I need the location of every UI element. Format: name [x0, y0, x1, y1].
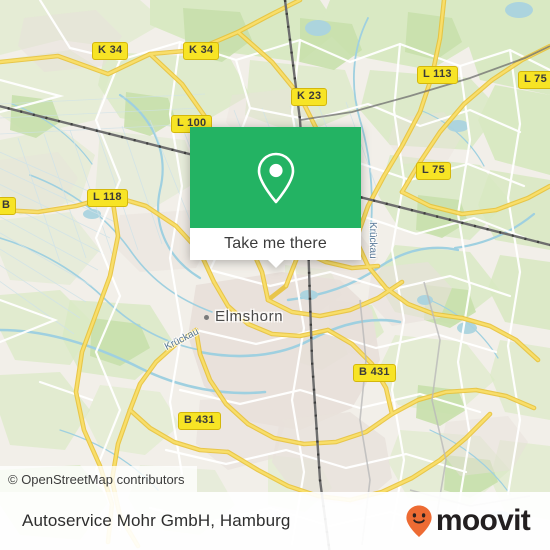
destination-popup-card[interactable]: Take me there	[190, 127, 361, 268]
moovit-wordmark: moovit	[435, 504, 531, 537]
location-title: Autoservice Mohr GmbH, Hamburg	[22, 511, 291, 530]
osm-attribution[interactable]: © OpenStreetMap contributors	[0, 466, 197, 492]
popup-card-header	[190, 127, 361, 228]
road-shield-l118: L 118	[87, 189, 128, 207]
road-shield-k34-west: K 34	[92, 42, 129, 60]
popup-tail	[267, 260, 284, 268]
map-canvas[interactable]: K 34 K 34 K 23 L 113 L 75 L 100 L 75 L 1…	[0, 0, 550, 550]
moovit-brand[interactable]: moovit	[404, 504, 531, 538]
road-shield-b431-east: B 431	[353, 364, 396, 382]
road-shield-l75-mid: L 75	[416, 162, 452, 180]
road-shield-b-edge: B	[0, 197, 17, 215]
place-label-elmshorn: Elmshorn	[215, 308, 284, 325]
road-shield-l75-top: L 75	[518, 71, 550, 89]
road-shield-l113: L 113	[417, 66, 458, 84]
map-pin-icon	[257, 152, 294, 203]
water-label-kruckau-east: Krückau	[367, 222, 378, 259]
moovit-smiley-pin-icon	[406, 505, 432, 537]
place-dot-elmshorn	[204, 315, 209, 320]
popup-card-footer[interactable]: Take me there	[190, 228, 361, 268]
road-shield-k23: K 23	[291, 88, 328, 106]
map-screenshot: K 34 K 34 K 23 L 113 L 75 L 100 L 75 L 1…	[0, 0, 550, 550]
road-shield-b431-west: B 431	[178, 412, 221, 430]
road-shield-k34-east: K 34	[183, 42, 220, 60]
osm-attribution-text: © OpenStreetMap contributors	[8, 471, 185, 487]
bottom-info-bar: Autoservice Mohr GmbH, Hamburg moovit	[0, 492, 550, 550]
take-me-there-button[interactable]: Take me there	[224, 235, 327, 253]
